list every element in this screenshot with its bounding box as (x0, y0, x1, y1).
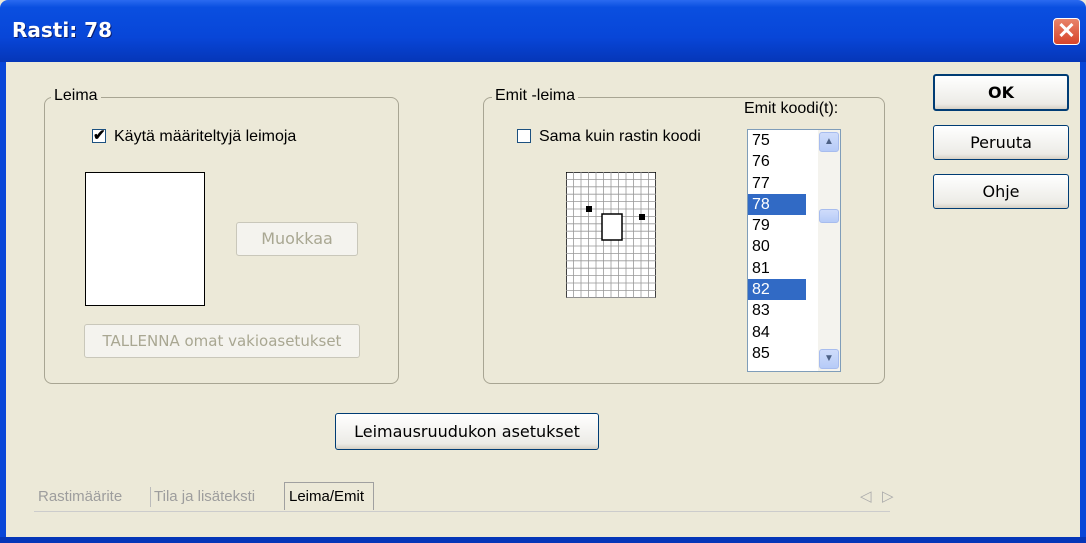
checkmark-icon: ✔ (93, 127, 106, 144)
emit-code-item[interactable]: 81 (748, 258, 806, 279)
tab-leima-emit[interactable]: Leima/Emit (284, 482, 374, 510)
emit-code-item[interactable]: 79 (748, 215, 806, 236)
close-button[interactable]: ✕ (1053, 18, 1080, 45)
punch-mark-left (586, 206, 592, 212)
window-title: Rasti: 78 (12, 18, 113, 42)
tab-strip: Rastimäärite Tila ja lisäteksti Leima/Em… (34, 482, 894, 512)
scroll-thumb[interactable] (819, 209, 839, 223)
punch-frame-rect (601, 213, 623, 241)
window-frame-bottom (0, 537, 1086, 543)
emit-code-item[interactable]: 84 (748, 322, 806, 343)
title-bar[interactable]: Rasti: 78 ✕ (0, 0, 1086, 62)
emit-code-item[interactable]: 75 (748, 130, 806, 151)
tab-rastimaarite[interactable]: Rastimäärite (38, 483, 122, 511)
same-as-code-label[interactable]: Sama kuin rastin koodi (539, 128, 701, 146)
leima-group-title: Leima (51, 87, 101, 105)
emit-group-title: Emit -leima (492, 87, 579, 105)
emit-code-item[interactable]: 85 (748, 343, 806, 364)
scroll-up-button[interactable]: ▲ (819, 132, 839, 152)
dialog-window: Rasti: 78 ✕ Leima ✔ Käytä määriteltyjä l… (0, 0, 1086, 543)
emit-codes-listbox[interactable]: 75 76 77 78 79 80 81 82 83 84 85 ▲ ▼ (747, 129, 841, 372)
arrow-right-icon[interactable]: ▷ (882, 483, 894, 511)
same-as-code-checkbox[interactable] (517, 129, 531, 143)
scroll-down-button[interactable]: ▼ (819, 349, 839, 369)
use-defined-checkbox[interactable]: ✔ (92, 127, 106, 144)
punch-mark-right (639, 214, 645, 220)
emit-codes-label: Emit koodi(t): (744, 100, 839, 117)
dialog-content: Leima ✔ Käytä määriteltyjä leimoja Muokk… (6, 62, 1080, 537)
edit-button[interactable]: Muokkaa (236, 222, 358, 256)
help-button[interactable]: Ohje (933, 174, 1069, 209)
close-icon: ✕ (1057, 18, 1076, 43)
emit-code-item[interactable]: 78 (748, 193, 806, 216)
emit-code-item[interactable]: 76 (748, 151, 806, 172)
cancel-button[interactable]: Peruuta (933, 125, 1069, 160)
emit-code-item[interactable]: 80 (748, 236, 806, 257)
ok-button[interactable]: OK (933, 74, 1069, 111)
window-frame-right (1080, 62, 1086, 543)
tab-separator (150, 487, 151, 507)
emit-code-item[interactable]: 83 (748, 300, 806, 321)
use-defined-label[interactable]: Käytä määriteltyjä leimoja (114, 128, 296, 146)
punch-grid-diagram (566, 172, 656, 298)
emit-code-item[interactable]: 82 (748, 279, 806, 301)
emit-code-item[interactable]: 77 (748, 173, 806, 194)
listbox-scrollbar[interactable]: ▲ ▼ (818, 130, 840, 371)
leima-preview-box (85, 172, 205, 306)
grid-settings-button[interactable]: Leimausruudukon asetukset (335, 413, 599, 450)
tab-tila-ja-lisateksti[interactable]: Tila ja lisäteksti (154, 483, 255, 511)
save-defaults-button[interactable]: TALLENNA omat vakioasetukset (84, 324, 360, 358)
arrow-left-icon[interactable]: ◁ (860, 483, 872, 511)
